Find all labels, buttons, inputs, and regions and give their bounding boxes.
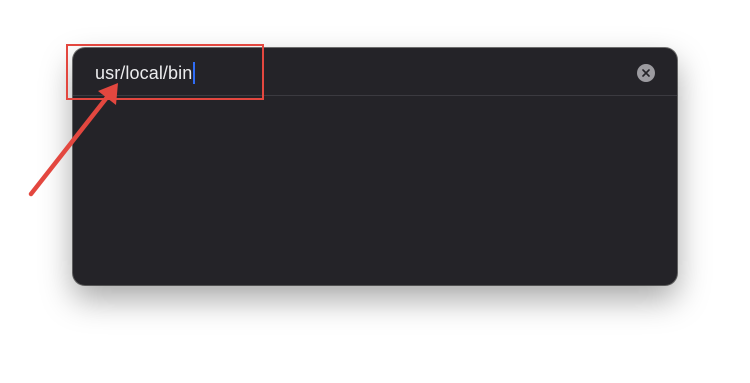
- path-input-value: usr/local/bin: [95, 63, 193, 83]
- text-caret: [193, 62, 196, 84]
- clear-circle-icon: [642, 69, 650, 77]
- screenshot-stage: usr/local/bin: [0, 0, 750, 383]
- clear-button[interactable]: [637, 64, 655, 82]
- path-row: usr/local/bin: [73, 48, 677, 96]
- results-area: [73, 96, 677, 285]
- path-input[interactable]: usr/local/bin: [95, 61, 196, 85]
- go-to-folder-dialog: usr/local/bin: [73, 48, 677, 285]
